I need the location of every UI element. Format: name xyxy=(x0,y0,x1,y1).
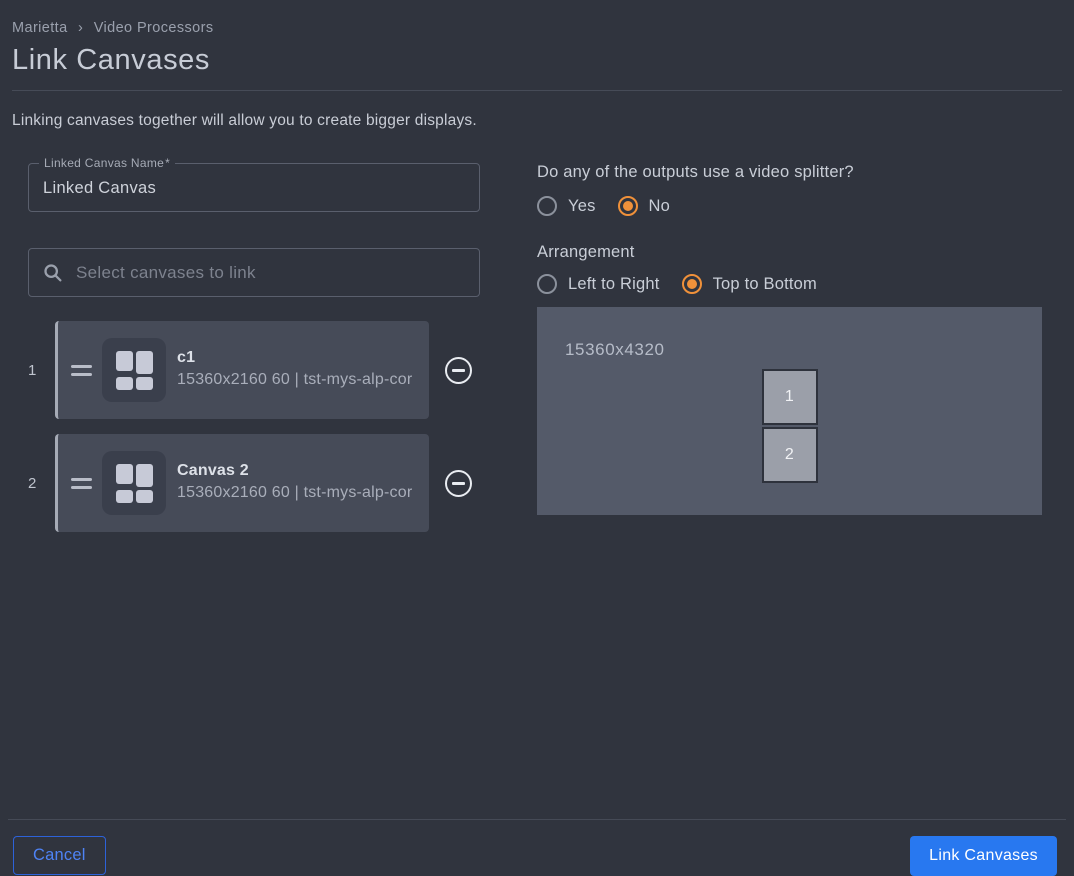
remove-circle-icon[interactable] xyxy=(445,470,472,497)
arrangement-label: Arrangement xyxy=(537,243,1042,262)
canvas-search-input[interactable] xyxy=(76,263,466,283)
canvas-card-text: c1 15360x2160 60 | tst-mys-alp-cor xyxy=(177,349,412,390)
canvas-subtitle: 15360x2160 60 | tst-mys-alp-cor xyxy=(177,369,412,390)
right-column: Do any of the outputs use a video splitt… xyxy=(537,163,1042,515)
remove-circle-icon[interactable] xyxy=(445,357,472,384)
canvas-row: 1 c1 15360x2160 60 | tst-mys-alp-cor xyxy=(28,321,480,419)
breadcrumb-item-video-processors[interactable]: Video Processors xyxy=(94,20,214,36)
preview-tile-2: 2 xyxy=(762,427,818,483)
radio-option-left-to-right[interactable]: Left to Right xyxy=(537,274,660,294)
linked-canvas-name-label: Linked Canvas Name* xyxy=(39,155,175,172)
canvas-grid-icon xyxy=(102,451,166,515)
drag-handle-icon[interactable] xyxy=(71,478,92,489)
breadcrumb-separator: › xyxy=(78,20,83,36)
canvas-grid-icon xyxy=(102,338,166,402)
splitter-question-label: Do any of the outputs use a video splitt… xyxy=(537,163,1042,182)
header-divider xyxy=(12,90,1062,91)
radio-icon-no-selected[interactable] xyxy=(618,196,638,216)
footer-actions: Cancel Link Canvases xyxy=(0,820,1074,876)
canvas-order-number: 2 xyxy=(28,475,55,492)
link-canvases-page: Marietta › Video Processors Link Canvase… xyxy=(0,0,1074,876)
preview-tiles: 1 2 xyxy=(762,369,818,483)
canvas-card-text: Canvas 2 15360x2160 60 | tst-mys-alp-cor xyxy=(177,462,412,503)
page-header: Marietta › Video Processors Link Canvase… xyxy=(0,0,1074,91)
breadcrumb-item-marietta[interactable]: Marietta xyxy=(12,20,68,36)
linked-canvas-name-field: Linked Canvas Name* xyxy=(28,163,480,212)
radio-label-no[interactable]: No xyxy=(649,197,671,216)
radio-option-no[interactable]: No xyxy=(618,196,671,216)
splitter-radio-group: Yes No xyxy=(537,196,1042,216)
breadcrumb: Marietta › Video Processors xyxy=(12,20,1062,36)
preview-resolution: 15360x4320 xyxy=(565,340,665,360)
preview-tile-1: 1 xyxy=(762,369,818,425)
canvas-card-c1[interactable]: c1 15360x2160 60 | tst-mys-alp-cor xyxy=(55,321,429,419)
search-icon xyxy=(42,262,63,283)
radio-label-yes[interactable]: Yes xyxy=(568,197,596,216)
link-canvases-button[interactable]: Link Canvases xyxy=(910,836,1057,876)
radio-icon-left-to-right[interactable] xyxy=(537,274,557,294)
radio-option-top-to-bottom[interactable]: Top to Bottom xyxy=(682,274,817,294)
radio-icon-top-to-bottom-selected[interactable] xyxy=(682,274,702,294)
radio-label-top-to-bottom[interactable]: Top to Bottom xyxy=(713,275,817,294)
canvas-row: 2 Canvas 2 15360x2160 60 | tst-mys-alp-c… xyxy=(28,434,480,532)
canvas-title: c1 xyxy=(177,349,412,367)
canvas-order-number: 1 xyxy=(28,362,55,379)
left-column: Linked Canvas Name* 1 xyxy=(28,163,480,532)
arrangement-preview-panel: 15360x4320 1 2 xyxy=(537,307,1042,515)
cancel-button[interactable]: Cancel xyxy=(13,836,106,875)
canvas-subtitle: 15360x2160 60 | tst-mys-alp-cor xyxy=(177,482,412,503)
footer: Cancel Link Canvases xyxy=(0,819,1074,876)
linked-canvas-list: 1 c1 15360x2160 60 | tst-mys-alp-cor xyxy=(28,321,480,532)
main-content: Linked Canvas Name* 1 xyxy=(28,163,1042,532)
radio-label-left-to-right[interactable]: Left to Right xyxy=(568,275,660,294)
radio-icon-yes[interactable] xyxy=(537,196,557,216)
arrangement-radio-group: Left to Right Top to Bottom xyxy=(537,274,1042,294)
page-title: Link Canvases xyxy=(12,44,1062,77)
required-marker: * xyxy=(165,156,170,170)
drag-handle-icon[interactable] xyxy=(71,365,92,376)
page-description: Linking canvases together will allow you… xyxy=(12,112,1062,130)
canvas-search-field xyxy=(28,248,480,297)
canvas-card-canvas-2[interactable]: Canvas 2 15360x2160 60 | tst-mys-alp-cor xyxy=(55,434,429,532)
radio-option-yes[interactable]: Yes xyxy=(537,196,596,216)
canvas-title: Canvas 2 xyxy=(177,462,412,480)
